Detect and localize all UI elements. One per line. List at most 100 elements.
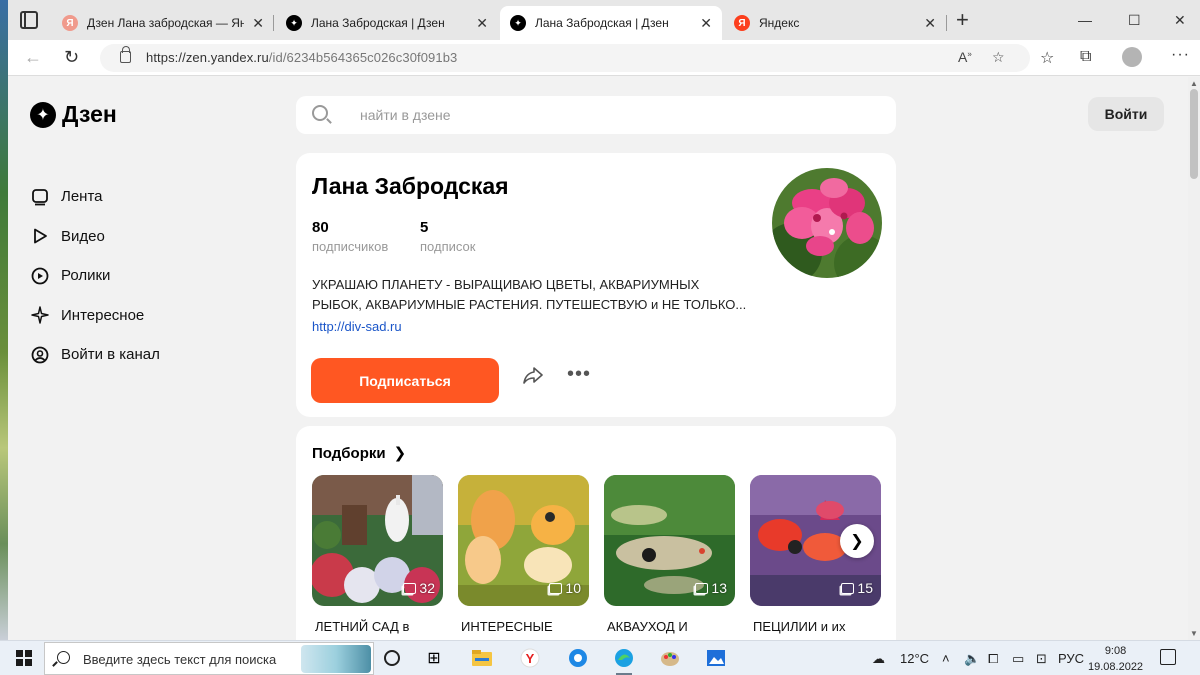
login-button[interactable]: Войти: [1088, 97, 1164, 131]
close-tab-icon[interactable]: ✕: [924, 15, 936, 32]
network-icon[interactable]: ⊡: [1036, 651, 1047, 667]
channel-name: Лана Забродская: [312, 173, 509, 199]
favorites-icon[interactable]: ☆: [1040, 48, 1054, 68]
svg-text:Y: Y: [526, 651, 535, 666]
shorts-icon: [30, 266, 50, 286]
user-icon: [30, 345, 50, 365]
windows-start-icon[interactable]: [16, 650, 32, 666]
yandex-browser-icon[interactable]: Y: [518, 646, 542, 670]
play-icon: [30, 226, 50, 246]
nav-item-interesting[interactable]: Интересное: [30, 296, 160, 336]
tab-bar: Я Дзен Лана забродская — Яндекс ✕ Лана З…: [8, 0, 1200, 40]
scroll-up-icon[interactable]: ▲: [1190, 79, 1198, 88]
file-explorer-icon[interactable]: [470, 646, 494, 670]
weather-icon[interactable]: ☁: [872, 651, 885, 667]
read-aloud-icon[interactable]: A»: [958, 49, 972, 65]
battery-icon[interactable]: ▭: [1012, 651, 1024, 667]
subscriptions-stat[interactable]: 5 подписок: [420, 219, 475, 254]
photos-icon[interactable]: [704, 646, 728, 670]
yandex-favicon-icon: Я: [62, 15, 78, 31]
edge-browser-icon[interactable]: [612, 646, 636, 675]
channel-description: УКРАШАЮ ПЛАНЕТУ - ВЫРАЩИВАЮ ЦВЕТЫ, АКВАР…: [312, 277, 747, 312]
carousel-next-button[interactable]: ❯: [840, 524, 874, 558]
collection-item[interactable]: 10 ИНТЕРЕСНЫЕ: [458, 475, 589, 634]
taskbar-search-box[interactable]: Введите здесь текст для поиска: [44, 642, 374, 675]
chevron-right-icon: ❯: [393, 445, 407, 462]
collections-title-link[interactable]: Подборки ❯: [312, 444, 407, 463]
collection-thumbnail: 13: [604, 475, 735, 606]
desktop-wallpaper-strip: [0, 0, 8, 640]
close-window-icon[interactable]: ✕: [1174, 12, 1186, 29]
more-options-icon[interactable]: ···: [1171, 46, 1190, 64]
show-hidden-icons-icon[interactable]: ˄: [942, 651, 950, 666]
subscribers-stat[interactable]: 80 подписчиков: [312, 219, 388, 254]
tab-yandex-search[interactable]: Я Дзен Лана забродская — Яндекс ✕: [52, 6, 274, 40]
zen-logo-icon: ✦: [30, 101, 56, 128]
collection-label: ИНТЕРЕСНЫЕ: [461, 619, 553, 634]
search-icon: [312, 105, 328, 121]
minimize-icon[interactable]: —: [1078, 12, 1092, 28]
stack-icon: [549, 582, 563, 594]
lock-icon[interactable]: [120, 46, 131, 63]
yandex-favicon-icon: Я: [734, 15, 750, 31]
collection-count: 10: [549, 580, 581, 596]
profile-avatar-icon[interactable]: [1122, 47, 1142, 67]
tab-zen-channel-active[interactable]: Лана Забродская | Дзен ✕: [500, 6, 722, 40]
taskbar-clock[interactable]: 9:08 19.08.2022: [1088, 643, 1143, 675]
temperature-text[interactable]: 12°C: [900, 651, 929, 666]
address-bar: ← ↻ https://zen.yandex.ru/id/6234b564365…: [8, 40, 1200, 76]
share-icon[interactable]: [522, 365, 544, 391]
collection-thumbnail: 10: [458, 475, 589, 606]
reload-icon[interactable]: ↻: [64, 47, 79, 68]
zen-logo[interactable]: ✦ Дзен: [30, 101, 117, 128]
back-arrow-icon[interactable]: ←: [24, 47, 42, 68]
subscribe-button[interactable]: Подписаться: [311, 358, 499, 403]
collection-label: ЛЕТНИЙ САД в: [315, 619, 410, 634]
tab-title: Дзен Лана забродская — Яндекс: [87, 16, 245, 30]
zen-page: ✦ Дзен Лента Видео Ролики Интересное Вой…: [8, 77, 1188, 640]
collection-label: АКВАУХОД И: [607, 619, 688, 634]
collections-icon[interactable]: ⧉: [1080, 48, 1091, 66]
collection-item[interactable]: 13 АКВАУХОД И: [604, 475, 735, 634]
channel-header-card: Лана Забродская 80 подписчиков 5 подписо…: [296, 153, 896, 417]
tab-title: Яндекс: [759, 16, 800, 30]
nav-item-video[interactable]: Видео: [30, 217, 160, 257]
scroll-down-icon[interactable]: ▼: [1190, 629, 1198, 638]
search-icon: [57, 651, 70, 664]
tab-actions-icon[interactable]: [20, 11, 38, 29]
collection-label: ПЕЦИЛИИ и их: [753, 619, 846, 634]
task-view-icon[interactable]: ⊞: [422, 646, 446, 670]
zen-search-input[interactable]: найти в дзене: [296, 96, 896, 134]
stack-icon: [403, 582, 417, 594]
nav-item-shorts[interactable]: Ролики: [30, 256, 160, 296]
new-tab-icon[interactable]: +: [956, 9, 969, 31]
volume-icon[interactable]: 🔈: [964, 651, 980, 667]
nav-item-feed[interactable]: Лента: [30, 177, 160, 217]
cortana-icon[interactable]: [380, 646, 404, 670]
url-text[interactable]: https://zen.yandex.ru/id/6234b564365c026…: [146, 50, 457, 65]
close-tab-icon[interactable]: ✕: [700, 15, 712, 32]
sparkle-icon: [30, 305, 50, 325]
tab-zen-channel[interactable]: Лана Забродская | Дзен ✕: [276, 6, 498, 40]
scrollbar-thumb[interactable]: [1190, 89, 1198, 179]
language-indicator[interactable]: РУС: [1058, 651, 1084, 666]
page-scrollbar[interactable]: ▲ ▼: [1188, 77, 1200, 640]
url-field[interactable]: https://zen.yandex.ru/id/6234b564365c026…: [100, 44, 1030, 72]
feed-icon: [30, 187, 50, 207]
close-tab-icon[interactable]: ✕: [476, 15, 488, 32]
taskbar-search-placeholder: Введите здесь текст для поиска: [83, 652, 277, 667]
notifications-icon[interactable]: [1160, 649, 1176, 665]
windows-taskbar: Введите здесь текст для поиска ⊞ Y ☁ 12°…: [0, 640, 1200, 675]
add-favorite-icon[interactable]: ☆: [992, 49, 1005, 66]
paint-icon[interactable]: [658, 646, 682, 670]
meet-now-icon[interactable]: ⧠: [988, 651, 998, 667]
app-icon[interactable]: [566, 646, 590, 670]
tab-yandex[interactable]: Я Яндекс ✕: [724, 6, 946, 40]
more-options-icon[interactable]: •••: [567, 363, 591, 386]
collection-item[interactable]: 32 ЛЕТНИЙ САД в: [312, 475, 443, 634]
close-tab-icon[interactable]: ✕: [252, 15, 264, 32]
search-placeholder: найти в дзене: [360, 107, 451, 123]
channel-website-link[interactable]: http://div-sad.ru: [312, 319, 402, 334]
nav-item-login-channel[interactable]: Войти в канал: [30, 335, 160, 375]
maximize-icon[interactable]: ☐: [1128, 12, 1141, 29]
